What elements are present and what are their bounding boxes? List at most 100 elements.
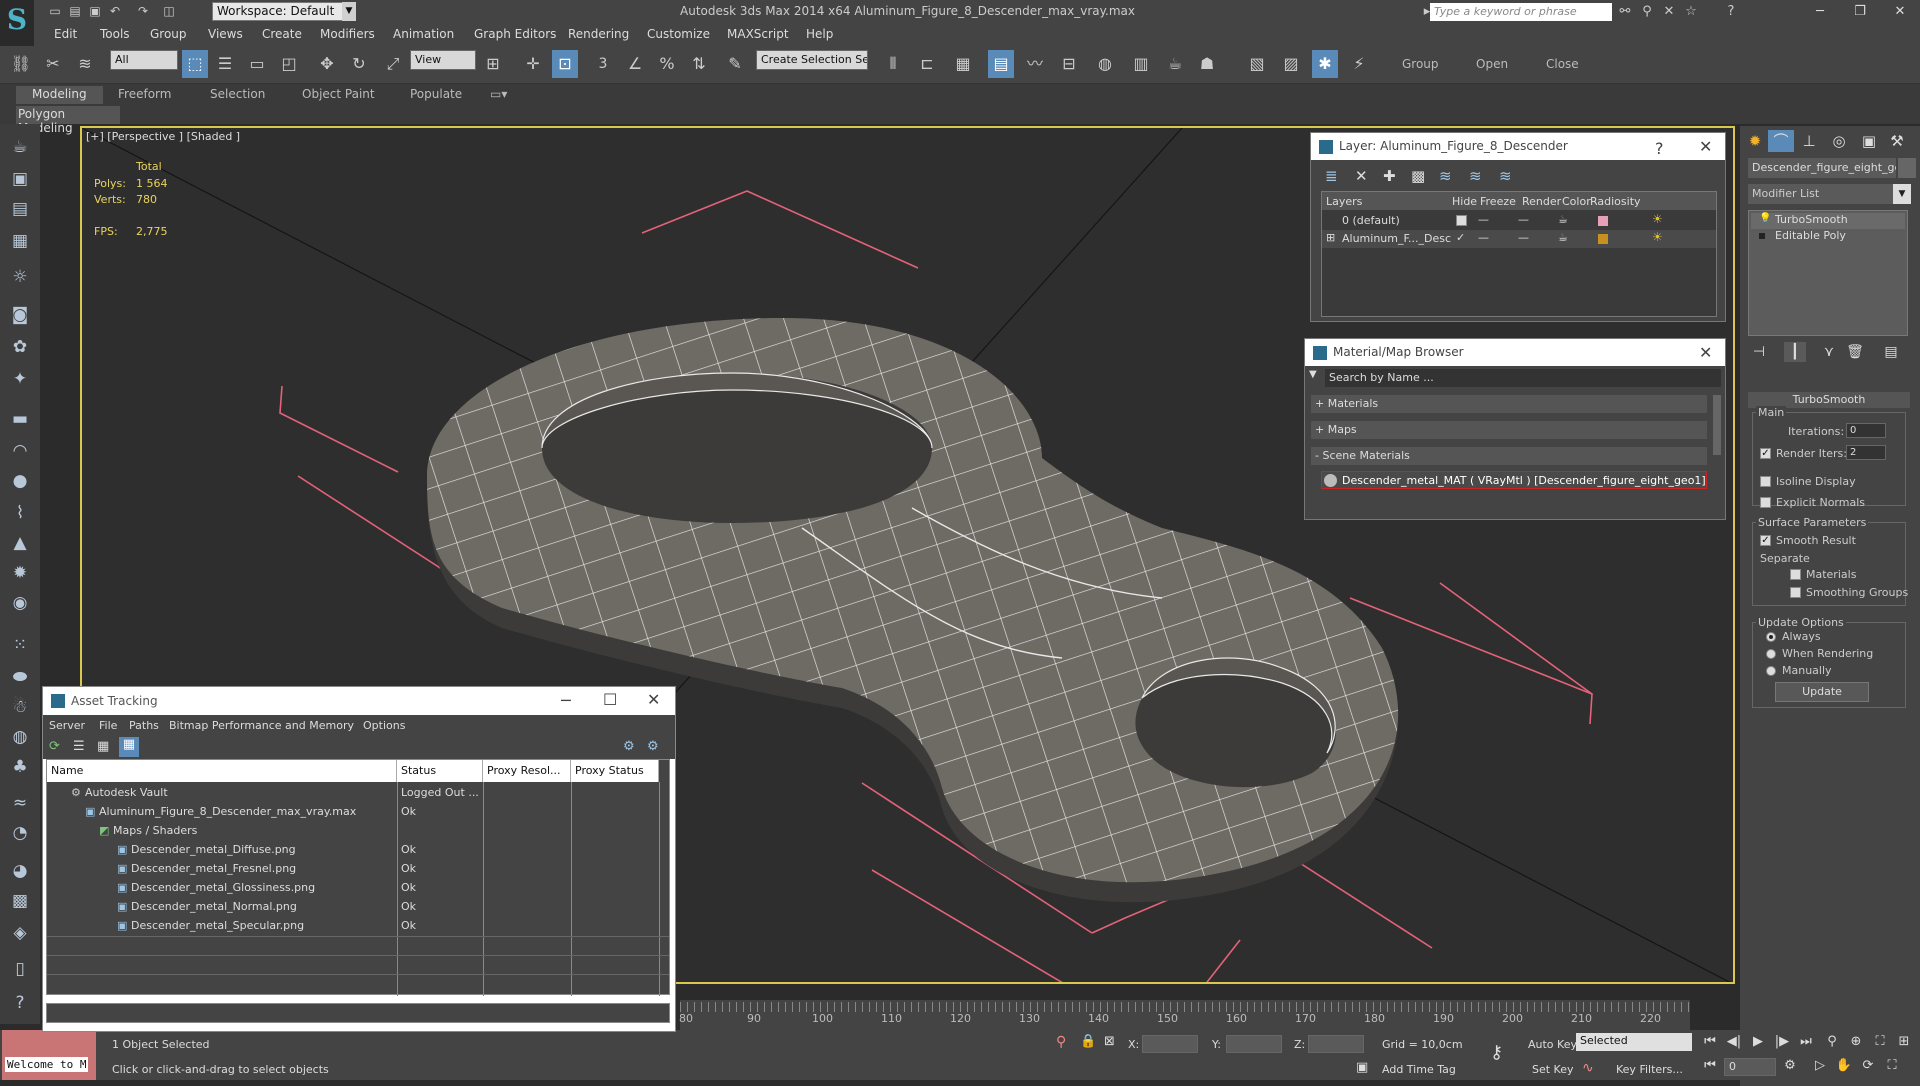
hierarchy-tab-icon[interactable]: ⊥ bbox=[1796, 130, 1822, 152]
menu-customize[interactable]: Customize bbox=[647, 27, 710, 41]
minimize-icon[interactable]: ─ bbox=[561, 691, 571, 710]
biped-icon[interactable]: ☃ bbox=[6, 694, 34, 720]
curve-editor-icon[interactable]: 〰 bbox=[1022, 50, 1048, 78]
named-selection-select[interactable]: Create Selection Se bbox=[756, 50, 868, 70]
globe-icon[interactable]: ◍ bbox=[6, 724, 34, 750]
modifier-list-select[interactable]: Modifier List bbox=[1748, 184, 1911, 204]
schematic-view-icon[interactable]: ⊟ bbox=[1056, 50, 1082, 78]
open-button[interactable]: Open bbox=[1476, 57, 1508, 71]
key-mode-select[interactable]: Selected bbox=[1576, 1033, 1692, 1051]
reference-coordinate-select[interactable]: View bbox=[410, 50, 476, 70]
hide-toggle[interactable]: — bbox=[1478, 231, 1489, 244]
ball-icon[interactable]: ◉ bbox=[6, 590, 34, 616]
delete-layer-icon[interactable]: ✕ bbox=[1355, 167, 1368, 185]
teapot-icon[interactable]: ☕ bbox=[1558, 213, 1568, 226]
rectangular-selection-icon[interactable]: ▭ bbox=[244, 50, 270, 78]
layer-color-swatch[interactable] bbox=[1598, 234, 1608, 244]
menu-create[interactable]: Create bbox=[262, 27, 302, 41]
radiosity-icon[interactable]: ☀ bbox=[1652, 212, 1663, 226]
table-row[interactable]: ⚙ Autodesk Vault Logged Out ... bbox=[47, 784, 669, 803]
layer-panel-header[interactable]: Layer: Aluminum_Figure_8_Descender? ✕ bbox=[1311, 133, 1725, 160]
undo-icon[interactable]: ↶ bbox=[106, 3, 124, 20]
ribbon-tab-modeling[interactable]: Modeling bbox=[16, 86, 103, 104]
table-row[interactable]: ▣ Descender_metal_Glossiness.png Ok bbox=[47, 879, 669, 898]
list-view-icon[interactable]: ☰ bbox=[73, 739, 85, 754]
isolate-icon[interactable]: ⚲ bbox=[1056, 1034, 1066, 1050]
scene-materials-section[interactable]: - Scene Materials bbox=[1311, 447, 1707, 465]
capsule-icon[interactable]: ⬬ bbox=[6, 664, 34, 690]
set-key-icon[interactable]: ⚷ bbox=[1490, 1042, 1503, 1063]
highlight-layer-icon[interactable]: ≋ bbox=[1439, 167, 1452, 185]
vault-settings-icon[interactable]: ⚙ bbox=[647, 739, 659, 754]
update-button[interactable]: Update bbox=[1775, 682, 1869, 702]
utilities-tab-icon[interactable]: ⚒ bbox=[1884, 130, 1910, 152]
vray-frame-buffer-icon[interactable]: ▧ bbox=[1244, 50, 1270, 78]
hide-all-icon[interactable]: ≋ bbox=[1469, 167, 1482, 185]
select-in-layer-icon[interactable]: ▩ bbox=[1411, 167, 1425, 185]
lamp-icon[interactable]: ✿ bbox=[6, 334, 34, 360]
expand-icon[interactable] bbox=[1759, 233, 1765, 239]
table-row[interactable]: ◩ Maps / Shaders bbox=[47, 822, 669, 841]
pivot-center-icon[interactable]: ⊞ bbox=[480, 50, 506, 78]
close-icon[interactable]: ✕ bbox=[1880, 0, 1920, 24]
camera-icon[interactable]: ◙ bbox=[6, 302, 34, 328]
menu-tools[interactable]: Tools bbox=[100, 27, 130, 41]
bones-icon[interactable]: ✦ bbox=[6, 366, 34, 392]
col-color[interactable]: Color bbox=[1562, 195, 1591, 208]
current-frame-field[interactable]: 0 bbox=[1724, 1058, 1776, 1076]
teapot-icon[interactable]: ☕ bbox=[1558, 231, 1568, 244]
viewport-label[interactable]: [+] [Perspective ] [Shaded ] bbox=[86, 130, 240, 143]
time-config-icon[interactable]: ⚙ bbox=[1780, 1056, 1800, 1076]
browser-options-icon[interactable]: ▼ bbox=[1309, 369, 1321, 385]
always-radio[interactable] bbox=[1766, 632, 1776, 642]
menu-file[interactable]: File bbox=[99, 719, 117, 732]
zoom-icon[interactable]: ⚲ bbox=[1822, 1032, 1842, 1052]
object-color-swatch[interactable] bbox=[1898, 158, 1916, 178]
freeze-toggle[interactable]: — bbox=[1518, 231, 1529, 244]
close-icon[interactable]: ✕ bbox=[1699, 343, 1712, 362]
material-search-input[interactable]: Search by Name ... bbox=[1325, 369, 1721, 387]
help-icon[interactable]: ? bbox=[1655, 139, 1664, 158]
teapot-icon[interactable]: ☕ bbox=[6, 134, 34, 160]
minimize-icon[interactable]: ─ bbox=[1800, 0, 1840, 24]
search-input[interactable]: Type a keyword or phrase bbox=[1430, 3, 1612, 21]
material-browser-header[interactable]: Material/Map Browser ✕ bbox=[1305, 339, 1725, 366]
zoom-extents-all-icon[interactable]: ⊞ bbox=[1894, 1032, 1914, 1052]
menu-edit[interactable]: Edit bbox=[54, 27, 77, 41]
lock-icon[interactable]: 🔒 bbox=[1080, 1034, 1096, 1049]
create-tab-icon[interactable]: ✹ bbox=[1742, 130, 1768, 152]
rendered-frame-icon[interactable]: ☕ bbox=[1162, 50, 1188, 78]
thumbnail-view-icon[interactable]: ▦ bbox=[97, 739, 109, 754]
modify-tab-icon[interactable]: ⌒ bbox=[1768, 130, 1794, 152]
browser-scrollbar[interactable] bbox=[1713, 395, 1721, 455]
key-curve-icon[interactable]: ∿ bbox=[1582, 1060, 1594, 1076]
remove-modifier-icon[interactable]: 🗑 bbox=[1844, 342, 1866, 362]
rotate-icon[interactable]: ↻ bbox=[346, 50, 372, 78]
keyboard-shortcut-toggle-icon[interactable]: ⊡ bbox=[552, 50, 578, 78]
sun-icon[interactable]: ✹ bbox=[6, 560, 34, 586]
separate-materials-checkbox[interactable] bbox=[1790, 569, 1801, 580]
iterations-spinner[interactable]: 0 bbox=[1846, 423, 1886, 438]
align-icon[interactable]: ⊏ bbox=[914, 50, 940, 78]
menu-group[interactable]: Group bbox=[150, 27, 187, 41]
object-name-field[interactable]: Descender_figure_eight_geo bbox=[1748, 158, 1896, 178]
ribbon-tab-selection[interactable]: Selection bbox=[210, 87, 265, 101]
stack-item-turbosmooth[interactable]: 💡 TurboSmooth bbox=[1751, 213, 1905, 229]
col-proxy-resolution[interactable]: Proxy Resol... bbox=[483, 760, 571, 782]
maximize-viewport-icon[interactable]: ⛶ bbox=[1882, 1056, 1902, 1076]
freeze-toggle[interactable]: — bbox=[1518, 213, 1529, 226]
scale-icon[interactable]: ⤢ bbox=[380, 50, 406, 78]
open-file-icon[interactable]: ▤ bbox=[66, 3, 84, 20]
mirror-icon[interactable]: ⫴ bbox=[880, 50, 906, 78]
spinner-snap-icon[interactable]: ⇅ bbox=[686, 50, 712, 78]
chevron-down-icon[interactable]: ▼ bbox=[1893, 184, 1911, 204]
field-of-view-icon[interactable]: ▷ bbox=[1810, 1056, 1830, 1076]
x-coordinate-field[interactable] bbox=[1142, 1035, 1198, 1053]
layer-color-swatch[interactable] bbox=[1598, 216, 1608, 226]
vray-lights-icon[interactable]: ✱ bbox=[1312, 50, 1338, 78]
col-name[interactable]: Name bbox=[47, 760, 397, 782]
sphere-icon[interactable]: ● bbox=[6, 468, 34, 494]
scene-explorer-icon[interactable]: ▤ bbox=[988, 50, 1014, 78]
previous-frame-icon[interactable]: ◀| bbox=[1724, 1032, 1744, 1052]
grid-icon[interactable]: ▦ bbox=[6, 228, 34, 254]
